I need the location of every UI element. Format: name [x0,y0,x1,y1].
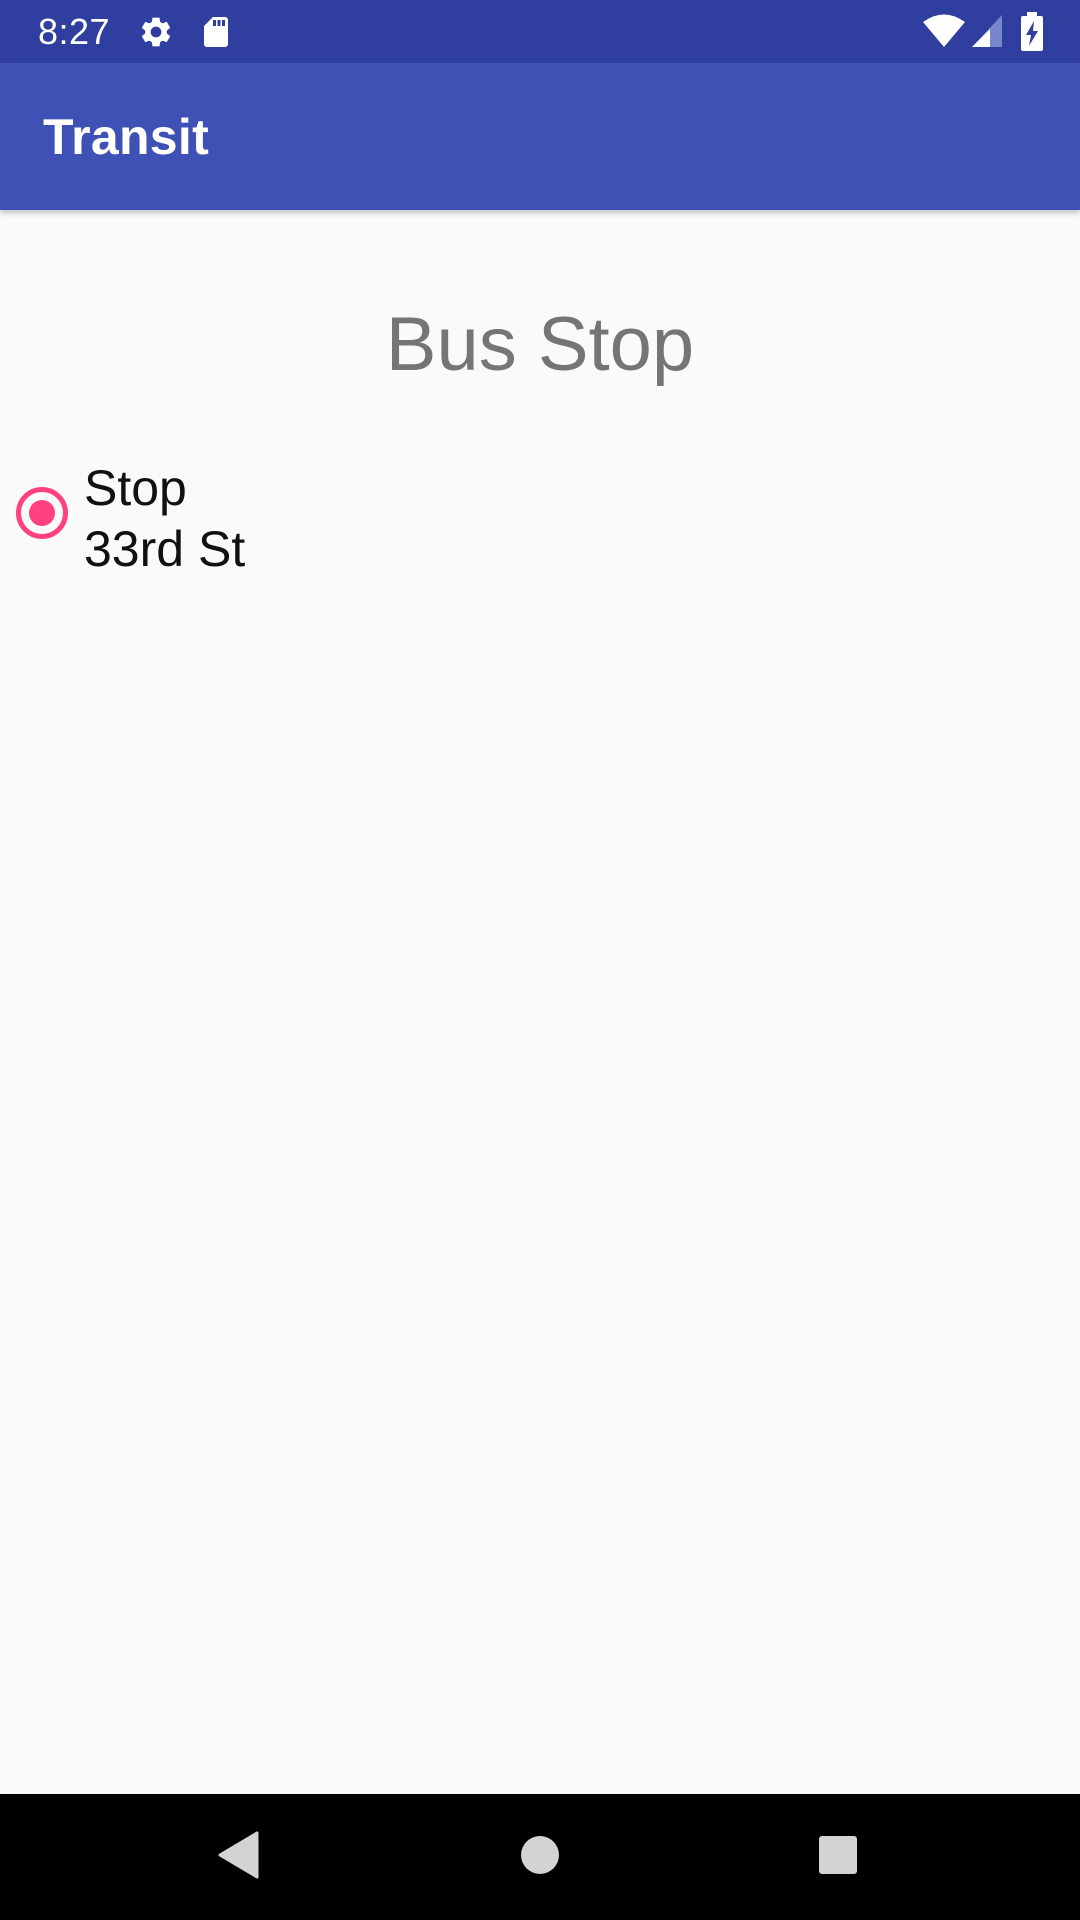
wifi-icon [922,13,966,49]
battery-charging-icon [1020,12,1044,52]
app-title: Transit [43,109,210,165]
status-bar: 8:27 [0,0,1080,63]
cell-signal-icon [970,13,1004,49]
recents-icon [818,1835,858,1880]
navigation-bar [0,1794,1080,1920]
back-button[interactable] [169,1794,309,1920]
back-icon [217,1830,261,1885]
home-button[interactable] [470,1794,610,1920]
status-time: 8:27 [38,11,111,52]
home-icon [520,1835,560,1880]
stop-label-line2: 33rd St [84,521,246,577]
page-title: Bus Stop [385,302,695,387]
radio-button-selected[interactable] [15,486,69,540]
sd-card-icon [198,14,234,50]
recents-button[interactable] [768,1794,908,1920]
stop-label-line1: Stop [84,460,187,516]
stop-radio-option[interactable]: Stop 33rd St [0,450,1080,578]
settings-icon [138,14,174,50]
app-bar: Transit [0,63,1080,210]
stop-label: Stop 33rd St [84,458,245,580]
